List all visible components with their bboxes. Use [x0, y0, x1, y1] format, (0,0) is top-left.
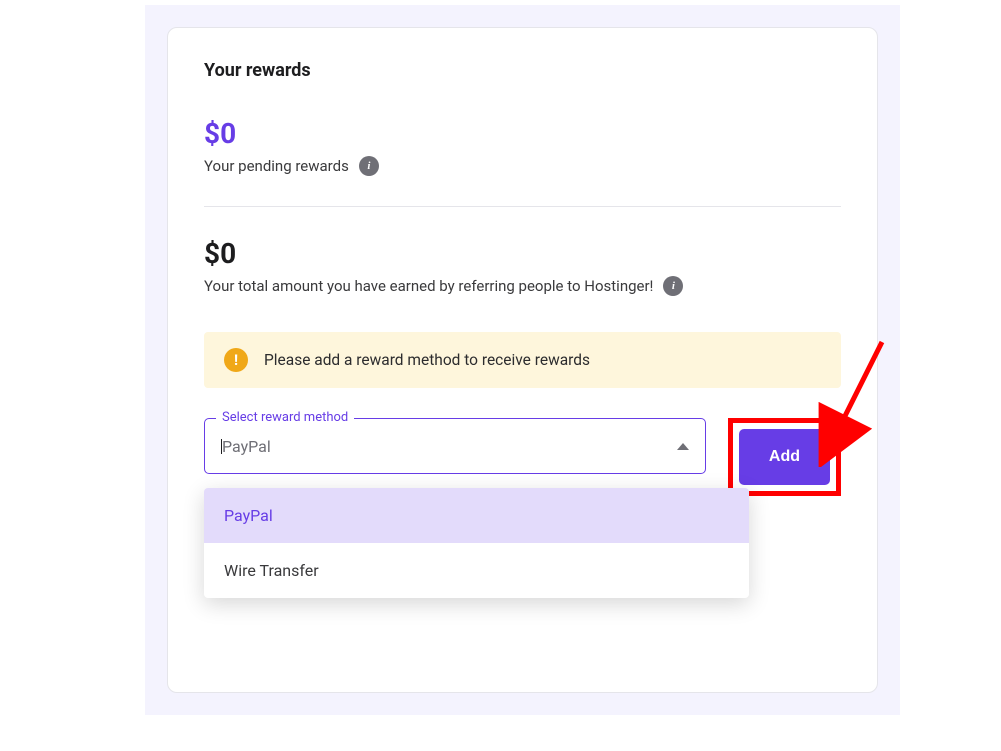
pending-label: Your pending rewards: [204, 157, 349, 175]
dropdown-option-wire-transfer[interactable]: Wire Transfer: [204, 543, 749, 598]
divider: [204, 206, 841, 207]
alert-text: Please add a reward method to receive re…: [264, 351, 590, 369]
add-button[interactable]: Add: [739, 429, 830, 485]
total-label: Your total amount you have earned by ref…: [204, 277, 653, 295]
select-value: PayPal: [221, 437, 271, 456]
card-heading: Your rewards: [204, 60, 841, 81]
caret-up-icon: [677, 443, 689, 450]
select-wrap: Select reward method PayPal PayPal Wire …: [204, 418, 706, 496]
pending-label-row: Your pending rewards i: [204, 156, 841, 176]
warning-icon: !: [224, 348, 248, 372]
alert-banner: ! Please add a reward method to receive …: [204, 332, 841, 388]
total-rewards-block: $0 Your total amount you have earned by …: [204, 237, 841, 296]
reward-method-dropdown: PayPal Wire Transfer: [204, 488, 749, 598]
pending-rewards-block: $0 Your pending rewards i: [204, 117, 841, 176]
pending-amount: $0: [204, 117, 841, 150]
rewards-card: Your rewards $0 Your pending rewards i $…: [167, 27, 878, 693]
annotation-highlight-box: Add: [728, 418, 841, 496]
reward-method-row: Select reward method PayPal PayPal Wire …: [204, 418, 841, 496]
total-amount: $0: [204, 237, 841, 270]
reward-method-select[interactable]: PayPal: [204, 418, 706, 474]
info-icon[interactable]: i: [359, 156, 379, 176]
total-label-row: Your total amount you have earned by ref…: [204, 276, 841, 296]
dropdown-option-paypal[interactable]: PayPal: [204, 488, 749, 543]
info-icon[interactable]: i: [663, 276, 683, 296]
select-label: Select reward method: [216, 410, 354, 425]
